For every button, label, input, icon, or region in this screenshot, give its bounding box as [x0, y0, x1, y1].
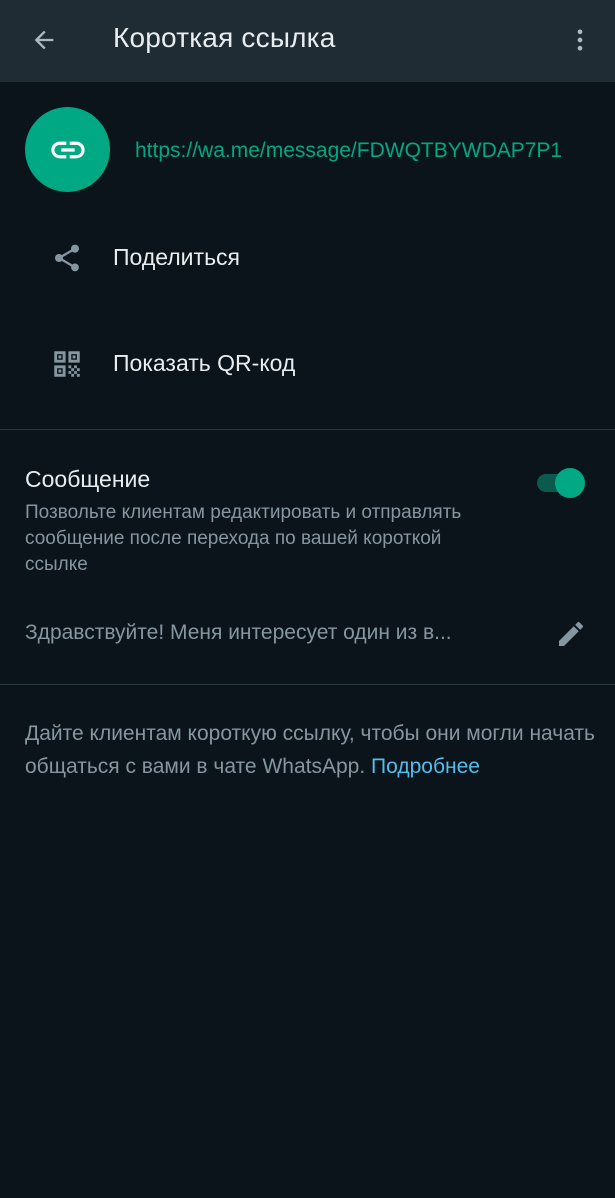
- app-bar: Короткая ссылка: [0, 0, 615, 82]
- show-qr-label: Показать QR-код: [113, 350, 296, 376]
- page-title: Короткая ссылка: [113, 22, 336, 53]
- learn-more-link[interactable]: Подробнее: [371, 755, 480, 778]
- footer-text: Дайте клиентам короткую ссылку, чтобы он…: [25, 722, 595, 778]
- edit-message-button[interactable]: [551, 614, 591, 654]
- qr-code-icon: [49, 346, 85, 382]
- share-label: Поделиться: [113, 244, 241, 270]
- toggle-thumb: [555, 468, 585, 498]
- short-link-row[interactable]: https://wa.me/message/FDWQTBYWDAP7P1: [0, 105, 615, 197]
- short-link-url[interactable]: https://wa.me/message/FDWQTBYWDAP7P1: [135, 139, 562, 163]
- message-preview: Здравствуйте! Меня интересует один из в.…: [25, 621, 452, 644]
- share-icon: [49, 240, 85, 276]
- footer-info: Дайте клиентам короткую ссылку, чтобы он…: [25, 717, 605, 783]
- show-qr-row[interactable]: Показать QR-код: [0, 328, 615, 398]
- pencil-icon: [559, 621, 584, 646]
- divider: [0, 429, 615, 430]
- message-description: Позвольте клиентам редактировать и отпра…: [25, 502, 462, 575]
- message-preview-row[interactable]: Здравствуйте! Меня интересует один из в.…: [0, 600, 615, 666]
- divider: [0, 684, 615, 685]
- back-button[interactable]: [22, 18, 66, 62]
- more-options-button[interactable]: [558, 18, 602, 62]
- link-icon: [50, 141, 85, 158]
- message-title: Сообщение: [25, 466, 151, 492]
- short-link-screen: Короткая ссылка https://wa.me/message/FD…: [0, 0, 615, 1198]
- share-row[interactable]: Поделиться: [0, 222, 615, 292]
- message-toggle[interactable]: [535, 468, 587, 498]
- link-avatar: [25, 107, 110, 192]
- more-vert-icon: [577, 29, 583, 51]
- arrow-back-icon: [34, 30, 54, 50]
